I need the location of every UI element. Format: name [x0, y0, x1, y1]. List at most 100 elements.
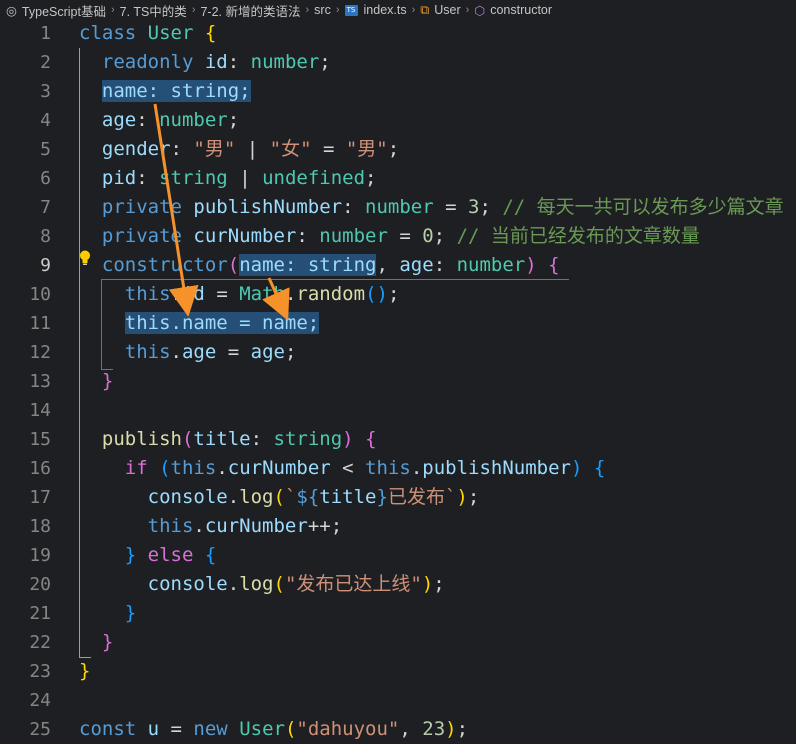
code-line[interactable]: 13 } [0, 367, 796, 396]
code-line[interactable]: 8 private curNumber: number = 0; // 当前已经… [0, 222, 796, 251]
line-text: this.id = Math.random(); [79, 280, 400, 309]
breadcrumb-item[interactable]: src [314, 3, 331, 17]
code-token: = [204, 283, 240, 305]
code-line[interactable]: 1 class User { [0, 19, 796, 48]
code-token: ) [421, 573, 434, 595]
code-line[interactable]: 14 [0, 396, 796, 425]
code-token: gender [101, 138, 171, 160]
breadcrumb-item[interactable]: TS index.ts [344, 3, 407, 17]
code-line[interactable]: 4 age: number; [0, 106, 796, 135]
folder-circle-icon: ◎ [6, 3, 17, 18]
code-token: ) [445, 718, 457, 740]
line-text: console.log("发布已达上线"); [79, 570, 445, 599]
code-editor[interactable]: 1 class User {2 readonly id: number; 3 nam… [0, 19, 796, 744]
method-cube-icon: ⬡ [474, 3, 486, 18]
code-line[interactable]: 25 const u = new User("dahuyou", 23); [0, 715, 796, 744]
code-token: title [193, 428, 251, 450]
code-line[interactable]: 2 readonly id: number; [0, 48, 796, 77]
breadcrumb-item[interactable]: 7. TS中的类 [120, 1, 187, 20]
code-token: } [101, 370, 114, 392]
code-token: age [181, 341, 217, 363]
code-token: User [147, 22, 205, 44]
breadcrumb-separator-icon: › [411, 4, 416, 16]
code-token: this [170, 457, 217, 479]
line-text: constructor(name: string, age: number) { [79, 251, 560, 280]
code-token: : [136, 167, 160, 189]
code-token: "男" [193, 138, 236, 160]
code-token: private [101, 225, 194, 247]
code-token: | [227, 167, 263, 189]
code-token: id [181, 283, 205, 305]
code-line[interactable]: 20 console.log("发布已达上线"); [0, 570, 796, 599]
line-number: 14 [29, 400, 51, 421]
line-text: this.curNumber++; [79, 512, 343, 541]
line-number: 8 [40, 226, 51, 247]
code-line[interactable]: 21 } [0, 599, 796, 628]
code-token: age [399, 254, 434, 276]
breadcrumb-separator-icon: › [465, 4, 470, 16]
code-token: const [79, 718, 148, 740]
code-token: ; [456, 718, 469, 740]
code-line[interactable]: 18 this.curNumber++; [0, 512, 796, 541]
code-line[interactable]: 22 } [0, 628, 796, 657]
code-token: 3 [467, 196, 480, 218]
line-number: 2 [40, 52, 51, 73]
code-line[interactable]: 5 gender: "男" | "女" = "男"; [0, 135, 796, 164]
code-line[interactable]: 19 } else { [0, 541, 796, 570]
code-line[interactable]: 12 this.age = age; [0, 338, 796, 367]
code-line[interactable]: 6 pid: string | undefined; [0, 164, 796, 193]
code-token: ; [387, 138, 400, 160]
code-line[interactable]: 24 [0, 686, 796, 715]
code-token: constructor [101, 254, 228, 276]
class-icon: ⧉ [420, 2, 430, 17]
code-token: this.name = name; [124, 312, 320, 334]
line-text: private curNumber: number = 0; // 当前已经发布… [79, 222, 700, 251]
code-line[interactable]: 16 if (this.curNumber < this.publishNumb… [0, 454, 796, 483]
breadcrumb-item[interactable]: ⬡ constructor [474, 3, 552, 18]
code-token: number [319, 225, 388, 247]
line-number: 17 [29, 487, 51, 508]
scope-guide-constructor-top [101, 279, 569, 280]
breadcrumb-item[interactable]: 7-2. 新增的类语法 [200, 1, 300, 20]
code-token: log [239, 486, 274, 508]
code-token: { [204, 22, 217, 44]
code-token: . [227, 573, 240, 595]
code-token: "女" [269, 138, 312, 160]
code-token: . [227, 486, 240, 508]
line-number: 9 [40, 255, 51, 276]
lightbulb-icon[interactable] [78, 249, 92, 267]
code-line[interactable]: 7 private publishNumber: number = 3; // … [0, 193, 796, 222]
code-token: new [193, 718, 240, 740]
breadcrumb-item[interactable]: ◎ TypeScript基础 [6, 1, 106, 20]
code-token: User [239, 718, 285, 740]
code-token: } [124, 544, 137, 566]
scope-guide-class-bottom [79, 657, 91, 658]
line-number: 16 [29, 458, 51, 479]
code-token: < [330, 457, 366, 479]
code-line[interactable]: 3 name: string; [0, 77, 796, 106]
code-line[interactable]: 11 this.name = name; [0, 309, 796, 338]
code-line[interactable]: 17 console.log(`${title}已发布`); [0, 483, 796, 512]
line-text: pid: string | undefined; [79, 164, 377, 193]
code-token: this [124, 341, 171, 363]
code-token: ) [456, 486, 468, 508]
code-token: curNumber [204, 515, 308, 537]
breadcrumb-item[interactable]: ⧉ User [420, 3, 460, 18]
code-token: age [101, 109, 137, 131]
code-line[interactable]: 9 constructor(name: string, age: number)… [0, 251, 796, 280]
line-number: 15 [29, 429, 51, 450]
code-token: ${ [296, 486, 320, 508]
code-token: ; [387, 283, 400, 305]
line-number: 25 [29, 719, 51, 740]
line-number: 3 [40, 81, 51, 102]
scope-guide-class [79, 48, 81, 658]
code-line[interactable]: 15 publish(title: string) { [0, 425, 796, 454]
code-token: "发布已达上线" [284, 573, 422, 595]
code-line[interactable]: 10 this.id = Math.random(); [0, 280, 796, 309]
code-line[interactable]: 23} [0, 657, 796, 686]
